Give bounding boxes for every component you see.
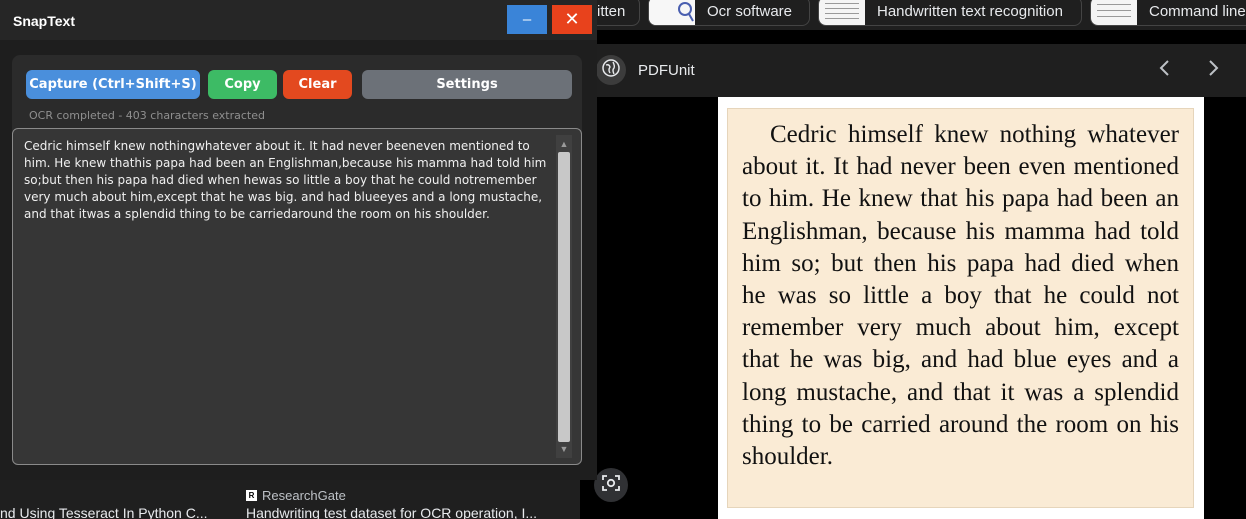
site-name[interactable]: PDFUnit <box>638 62 695 79</box>
close-icon: ✕ <box>564 9 580 29</box>
previous-image-button[interactable] <box>1152 56 1178 84</box>
chip-thumbnail <box>649 0 695 25</box>
result-source-name: ResearchGate <box>262 488 346 503</box>
next-image-button[interactable] <box>1200 56 1226 84</box>
settings-button[interactable]: Settings <box>362 70 572 99</box>
clear-button[interactable]: Clear <box>283 70 352 99</box>
globe-icon <box>602 58 620 82</box>
close-button[interactable]: ✕ <box>552 5 592 34</box>
related-search-chip[interactable]: Handwritten text recognition <box>818 0 1082 26</box>
chip-thumbnail <box>819 0 865 25</box>
minimize-button[interactable]: – <box>507 5 547 34</box>
ocr-result-textarea[interactable]: Cedric himself knew nothingwhatever abou… <box>12 128 582 465</box>
chip-label: Ocr software <box>707 2 793 20</box>
lens-icon <box>601 473 621 498</box>
capture-button[interactable]: Capture (Ctrl+Shift+S) <box>26 70 200 99</box>
copy-button[interactable]: Copy <box>208 70 277 99</box>
scroll-down-icon[interactable]: ▼ <box>556 442 572 456</box>
status-text: OCR completed - 403 characters extracted <box>29 109 265 122</box>
researchgate-icon: R <box>246 490 257 501</box>
document-image[interactable]: Cedric himself knew nothing whatever abo… <box>727 108 1194 508</box>
window-title: SnapText <box>13 13 75 29</box>
result-title-link[interactable]: Handwriting test dataset for OCR operati… <box>246 505 537 519</box>
chip-label: itten <box>597 2 626 20</box>
chevron-left-icon <box>1158 57 1172 83</box>
scrollbar-thumb[interactable] <box>558 152 570 442</box>
result-title-link[interactable]: nd Using Tesseract In Python C... <box>0 505 208 519</box>
minimize-icon: – <box>522 11 532 28</box>
related-search-chip[interactable]: Ocr software <box>648 0 810 26</box>
document-text: Cedric himself knew nothing whatever abo… <box>742 121 1179 471</box>
chip-label: Command line <box>1149 2 1246 20</box>
site-favicon[interactable] <box>596 55 626 85</box>
lens-search-button[interactable] <box>594 468 628 502</box>
chip-label: Handwritten text recognition <box>877 2 1063 20</box>
related-search-chip[interactable]: Command line <box>1090 0 1246 26</box>
scroll-up-icon[interactable]: ▲ <box>556 137 572 151</box>
chevron-right-icon <box>1206 57 1220 83</box>
result-source: R ResearchGate <box>246 488 346 503</box>
ocr-result-text: Cedric himself knew nothingwhatever abou… <box>24 139 547 221</box>
chip-thumbnail <box>1091 0 1137 25</box>
